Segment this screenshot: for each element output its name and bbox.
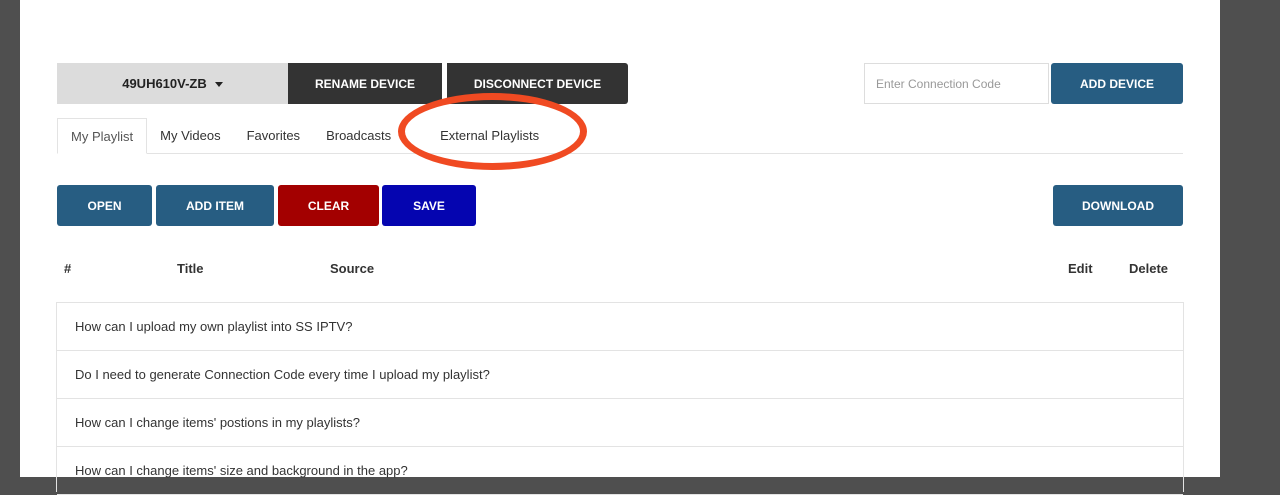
main-panel: 49UH610V-ZB RENAME DEVICE DISCONNECT DEV…: [20, 0, 1220, 495]
faq-item[interactable]: How can I change items' postions in my p…: [57, 399, 1183, 447]
tab-favorites[interactable]: Favorites: [234, 118, 313, 153]
column-header-number: #: [64, 261, 72, 276]
column-header-title: Title: [177, 261, 204, 276]
rename-device-button[interactable]: RENAME DEVICE: [288, 63, 442, 104]
tab-my-videos[interactable]: My Videos: [147, 118, 233, 153]
column-header-edit: Edit: [1068, 261, 1093, 276]
clear-button[interactable]: CLEAR: [278, 185, 379, 226]
open-button[interactable]: OPEN: [57, 185, 152, 226]
connection-code-input[interactable]: [864, 63, 1049, 104]
faq-item[interactable]: How can I change items' size and backgro…: [57, 447, 1183, 495]
tab-external-playlists[interactable]: External Playlists: [427, 118, 552, 153]
add-device-button[interactable]: ADD DEVICE: [1051, 63, 1183, 104]
save-button[interactable]: SAVE: [382, 185, 476, 226]
faq-item[interactable]: Do I need to generate Connection Code ev…: [57, 351, 1183, 399]
caret-down-icon: [214, 82, 223, 87]
column-header-delete: Delete: [1129, 261, 1169, 276]
faq-item[interactable]: How can I upload my own playlist into SS…: [57, 303, 1183, 351]
device-dropdown[interactable]: 49UH610V-ZB: [57, 63, 288, 104]
add-item-button[interactable]: ADD ITEM: [156, 185, 274, 226]
device-name: 49UH610V-ZB: [122, 76, 207, 91]
download-button[interactable]: DOWNLOAD: [1053, 185, 1183, 226]
column-header-source: Source: [330, 261, 375, 276]
tab-my-playlist[interactable]: My Playlist: [57, 118, 148, 154]
disconnect-device-button[interactable]: DISCONNECT DEVICE: [447, 63, 628, 104]
faq-list: How can I upload my own playlist into SS…: [56, 302, 1184, 495]
playlist-tabs: My Playlist My Videos Favorites Broadcas…: [57, 118, 1183, 154]
tab-broadcasts[interactable]: Broadcasts: [313, 118, 404, 153]
